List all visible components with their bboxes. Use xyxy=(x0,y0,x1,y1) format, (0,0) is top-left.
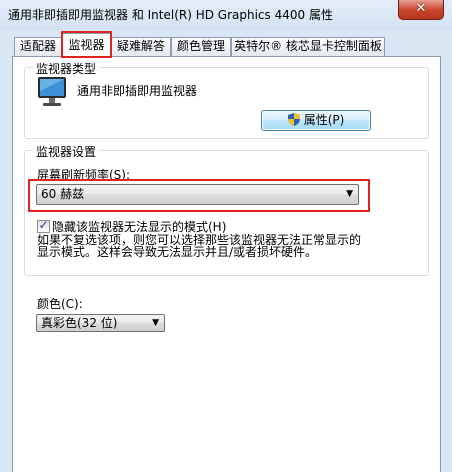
tab-highlight-box xyxy=(61,31,112,58)
monitor-name: 通用非即插即用监视器 xyxy=(77,84,198,98)
monitor-settings-legend: 监视器设置 xyxy=(33,143,100,160)
close-button[interactable]: ✕ xyxy=(398,0,444,20)
close-icon: ✕ xyxy=(415,1,427,16)
tab-color-management[interactable]: 颜色管理 xyxy=(171,37,231,56)
properties-button[interactable]: 属性(P) xyxy=(261,110,371,131)
description-line: 显示模式。这样会导致无法显示并且/或者损坏硬件。 xyxy=(37,245,318,259)
color-value: 真彩色(32 位) xyxy=(41,316,118,330)
window-title: 通用非即插即用监视器 和 Intel(R) HD Graphics 4400 属… xyxy=(8,8,333,22)
tab-troubleshoot[interactable]: 疑难解答 xyxy=(111,37,171,56)
properties-button-label: 属性(P) xyxy=(303,113,345,127)
hide-modes-checkbox[interactable]: ✓ xyxy=(37,218,50,233)
color-label: 颜色(C): xyxy=(37,297,83,311)
dropdown-arrow-icon: ▼ xyxy=(152,318,159,328)
tab-intel-control-panel[interactable]: 英特尔® 核芯显卡控制面板 xyxy=(231,37,385,56)
tab-adapter[interactable]: 适配器 xyxy=(14,37,62,56)
color-select[interactable]: 真彩色(32 位) ▼ xyxy=(36,314,165,332)
hide-modes-description: 如果不复选该项，则您可以选择那些该监视器无法正常显示的 显示模式。这样会导致无法… xyxy=(37,234,377,258)
title-bar: 通用非即插即用监视器 和 Intel(R) HD Graphics 4400 属… xyxy=(0,0,452,30)
monitor-icon xyxy=(38,77,66,106)
checkmark-icon: ✓ xyxy=(38,218,49,232)
refresh-rate-highlight-box xyxy=(28,179,370,212)
uac-shield-icon xyxy=(287,113,300,126)
